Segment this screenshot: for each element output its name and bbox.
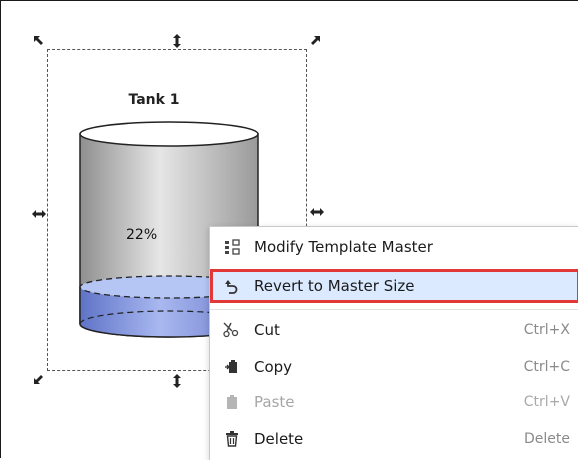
tank-top	[79, 121, 259, 147]
menu-item-revert-to-master-size[interactable]: Revert to Master Size	[210, 269, 578, 303]
menu-item-shortcut: Ctrl+X	[523, 322, 570, 338]
tank-level-label: 22%	[126, 227, 158, 243]
menu-separator	[210, 309, 578, 310]
template-icon	[210, 230, 254, 264]
resize-handle-top-left-icon[interactable]	[31, 33, 47, 49]
context-menu: Modify Template Master Revert to Master …	[209, 226, 578, 460]
menu-item-delete[interactable]: Delete Delete	[210, 422, 578, 456]
trash-icon	[210, 422, 254, 456]
menu-item-copy[interactable]: Copy Ctrl+C	[210, 350, 578, 384]
menu-item-paste[interactable]: Paste Ctrl+V	[210, 385, 578, 419]
revert-icon	[210, 269, 254, 303]
menu-item-shortcut: Ctrl+C	[523, 359, 570, 375]
menu-item-modify-template-master[interactable]: Modify Template Master	[210, 230, 578, 264]
tank-title: Tank 1	[128, 92, 180, 108]
menu-item-shortcut: Delete	[524, 431, 570, 447]
menu-item-cut[interactable]: Cut Ctrl+X	[210, 313, 578, 347]
resize-handle-bottom-left-icon[interactable]	[31, 371, 47, 387]
resize-handle-top-icon[interactable]	[169, 33, 185, 49]
resize-handle-top-right-icon[interactable]	[307, 33, 323, 49]
menu-item-shortcut: Ctrl+V	[523, 394, 570, 410]
menu-item-label: Revert to Master Size	[254, 277, 415, 295]
menu-item-label: Modify Template Master	[254, 238, 433, 256]
scissors-icon	[210, 313, 254, 347]
resize-handle-bottom-icon[interactable]	[169, 373, 185, 389]
paste-icon	[210, 385, 254, 419]
resize-handle-left-icon[interactable]	[31, 206, 47, 222]
designer-canvas[interactable]: Tank 1 22% Modify Template Master Revert…	[0, 0, 578, 460]
resize-handle-right-icon[interactable]	[309, 204, 325, 220]
copy-icon	[210, 350, 254, 384]
